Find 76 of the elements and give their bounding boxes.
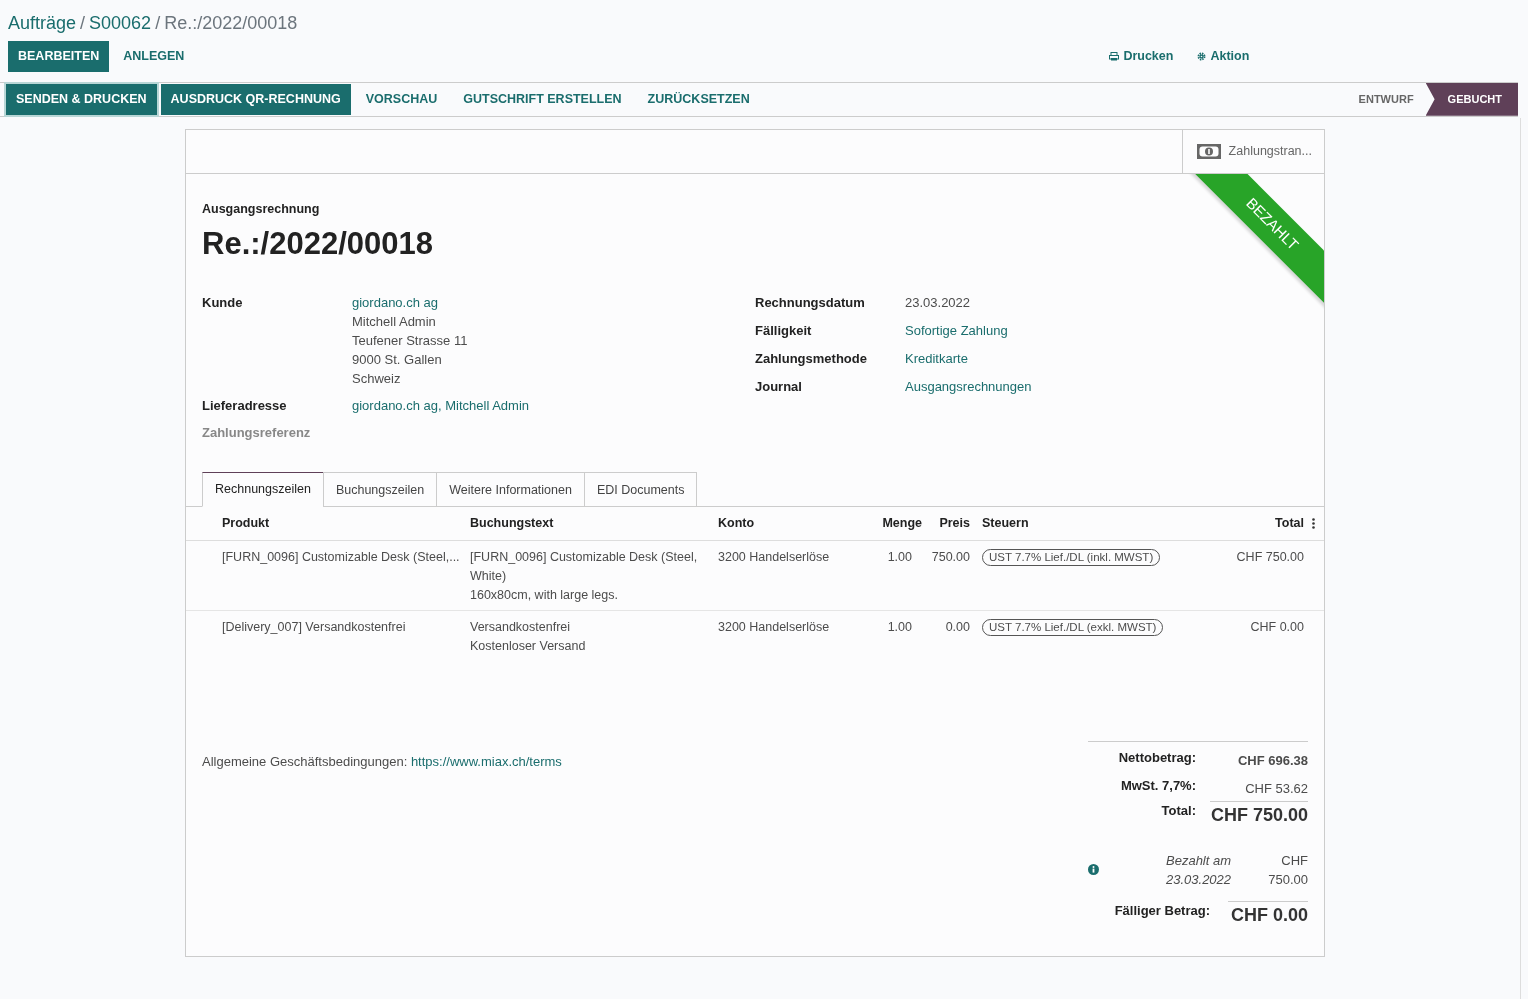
column-header: Konto	[714, 506, 872, 540]
info-icon[interactable]	[1088, 864, 1099, 875]
table-cell: 1.00	[872, 610, 926, 661]
gear-icon	[1197, 51, 1207, 61]
field-value: Teufener Strasse 11	[352, 332, 468, 350]
total-label: Total:	[1161, 801, 1196, 820]
notebook-tab[interactable]: Buchungszeilen	[322, 472, 438, 507]
field-link[interactable]: Kreditkarte	[905, 349, 968, 368]
table-cell: 750.00	[926, 540, 974, 610]
field-label: Lieferadresse	[202, 397, 288, 415]
action-button[interactable]: GUTSCHRIFT ERSTELLEN	[452, 83, 633, 115]
table-cell: 0.00	[926, 610, 974, 661]
table-cell: 1.00	[872, 540, 926, 610]
terms-link[interactable]: https://www.miax.ch/terms	[410, 753, 562, 769]
field-label: Kunde	[202, 294, 244, 312]
invoice-number: Re.:/2022/00018	[202, 224, 433, 263]
field-label: Zahlungsreferenz	[202, 424, 312, 442]
table-cell: [FURN_0096] Customizable Desk (Steel,...	[218, 540, 466, 610]
breadcrumb-link[interactable]: S00062	[89, 10, 152, 37]
status-stage[interactable]: GEBUCHT	[1425, 82, 1518, 116]
total-value: CHF 53.62	[1244, 780, 1308, 798]
action-button[interactable]: VORSCHAU	[354, 83, 449, 115]
action-button[interactable]: ZURÜCKSETZEN	[636, 83, 761, 115]
create-button[interactable]: ANLEGEN	[113, 41, 195, 72]
breadcrumb-separator: /	[80, 12, 86, 35]
notebook-tab[interactable]: EDI Documents	[583, 472, 698, 507]
column-header: Total	[1214, 506, 1308, 540]
table-cell: 3200 Handelserlöse	[714, 540, 872, 610]
edit-button[interactable]: BEARBEITEN	[8, 41, 110, 72]
payment-smart-button[interactable]: Zahlungstran...	[1181, 129, 1324, 173]
column-header: Preis	[926, 506, 974, 540]
column-header: Buchungstext	[466, 506, 714, 540]
field-value: Mitchell Admin	[352, 313, 436, 331]
breadcrumb-link[interactable]: Aufträge	[8, 10, 77, 37]
field-link[interactable]: giordano.ch ag, Mitchell Admin	[352, 396, 530, 415]
field-link[interactable]: giordano.ch ag	[352, 293, 438, 312]
table-cell: 3200 Handelserlöse	[714, 610, 872, 661]
field-label: Journal	[755, 378, 803, 396]
payment-label: Bezahlt am 23.03.2022	[1166, 851, 1232, 889]
column-options-icon[interactable]	[1312, 517, 1315, 529]
print-dropdown[interactable]: Drucken	[1109, 47, 1174, 66]
field-link[interactable]: Ausgangsrechnungen	[905, 377, 1032, 396]
field-label: Fälligkeit	[755, 322, 813, 340]
status-stage[interactable]: ENTWURF	[1346, 82, 1426, 116]
total-label: MwSt. 7,7%:	[1120, 777, 1196, 795]
payment-amount: CHF 750.00	[1268, 851, 1308, 889]
field-value: Schweiz	[352, 370, 401, 388]
notebook-tab[interactable]: Rechnungszeilen	[202, 472, 324, 507]
breadcrumb-separator: /	[155, 12, 161, 35]
table-cell: [Delivery_007] Versandkostenfrei	[218, 610, 466, 661]
table-cell: CHF 0.00	[1214, 610, 1308, 661]
field-label: Rechnungsdatum	[755, 294, 866, 312]
action-button[interactable]: AUSDRUCK QR-RECHNUNG	[160, 83, 351, 115]
total-value: CHF 696.38	[1236, 751, 1308, 770]
field-link[interactable]: Sofortige Zahlung	[905, 321, 1008, 340]
terms-text: Allgemeine Geschäftsbedingungen: https://www.miax.ch/terms	[202, 752, 562, 771]
breadcrumb-current: Re.:/2022/00018	[164, 12, 298, 35]
table-cell-text: Kostenloser Versand	[470, 637, 587, 655]
table-cell-text: 160x80cm, with large legs.	[470, 586, 619, 604]
field-value: 9000 St. Gallen	[352, 351, 442, 369]
column-header: Steuern	[974, 506, 1215, 540]
table-cell-text: [FURN_0096] Customizable Desk (Steel, White)	[470, 548, 699, 585]
total-value: CHF 750.00	[1210, 800, 1308, 829]
column-header: Menge	[872, 506, 926, 540]
table-cell-text: Versandkostenfrei	[470, 618, 572, 636]
field-value: 23.03.2022	[905, 294, 971, 312]
printer-icon	[1109, 51, 1120, 61]
amount-due-label: Fälliger Betrag:	[1114, 901, 1210, 920]
action-dropdown[interactable]: Aktion	[1197, 47, 1250, 66]
banknote-icon	[1196, 143, 1221, 159]
total-label: Nettobetrag:	[1118, 748, 1196, 767]
table-cell: CHF 750.00	[1214, 540, 1308, 610]
amount-due-value: CHF 0.00	[1228, 900, 1308, 929]
action-button[interactable]: SENDEN & DRUCKEN	[6, 83, 157, 115]
field-label: Zahlungsmethode	[755, 350, 868, 368]
column-header: Produkt	[218, 506, 466, 540]
